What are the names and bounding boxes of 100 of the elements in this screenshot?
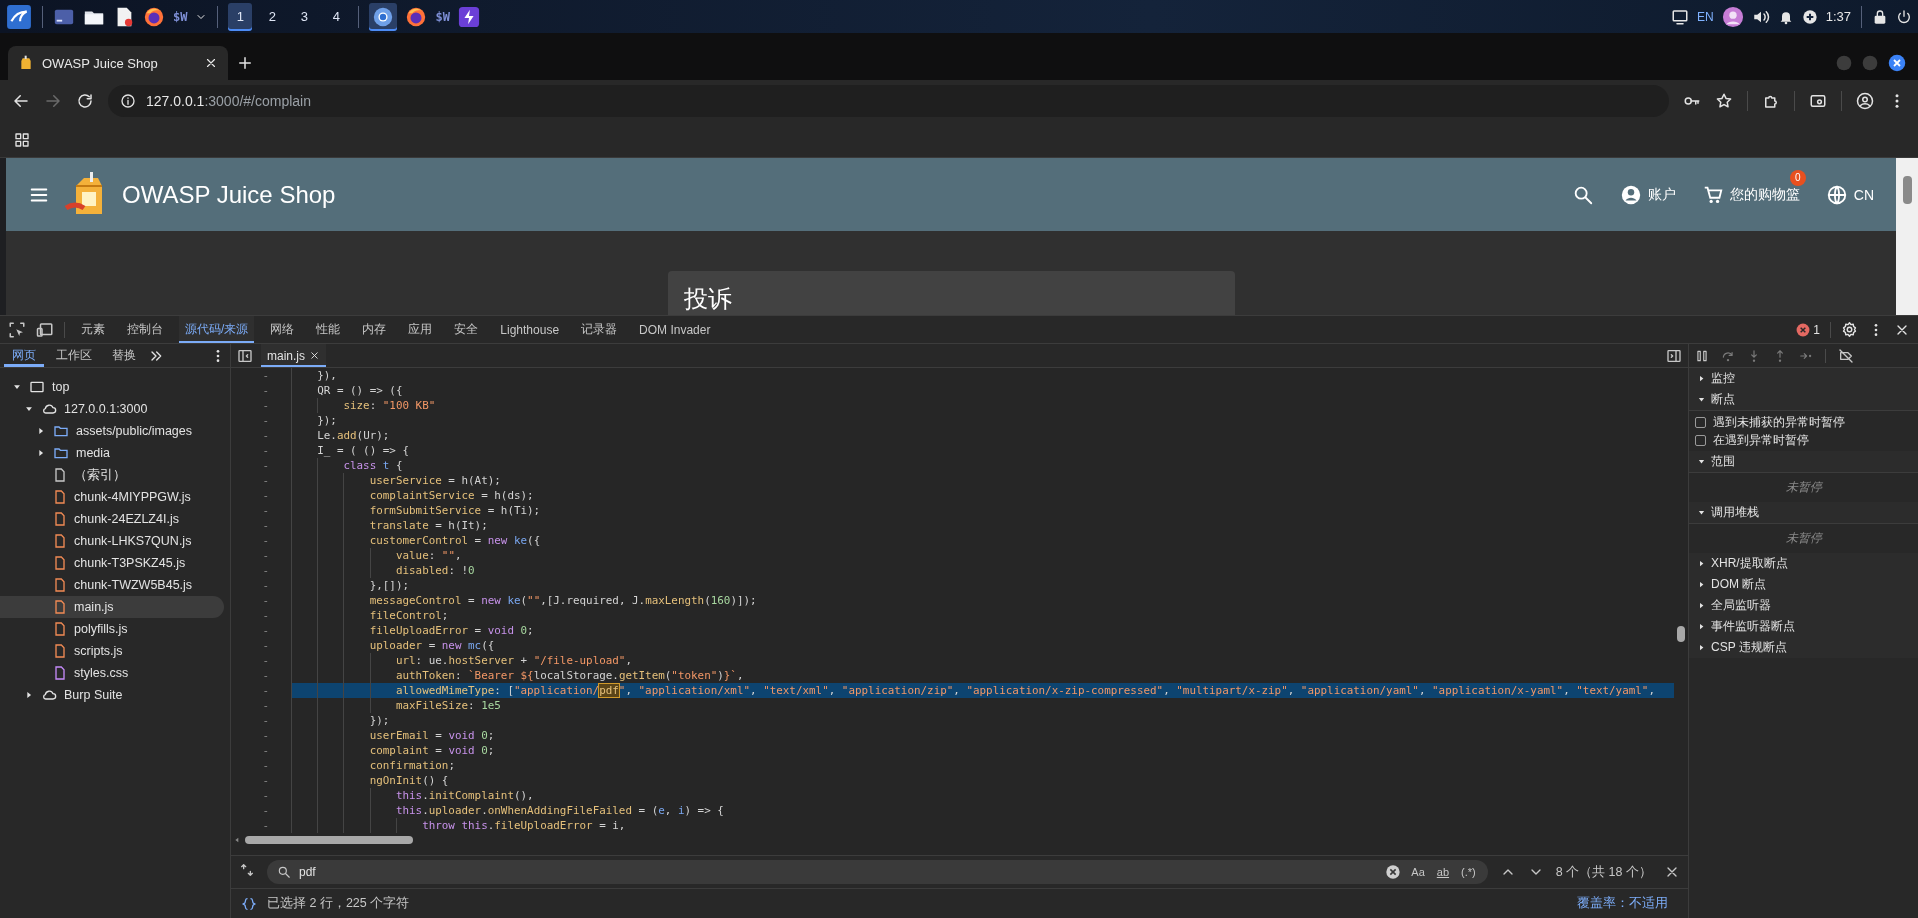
tree-item[interactable]: chunk-24EZLZ4I.js bbox=[0, 508, 224, 530]
browser-tab[interactable]: OWASP Juice Shop bbox=[8, 46, 228, 80]
search-option-button[interactable]: Aa bbox=[1409, 866, 1427, 878]
tree-item[interactable]: assets/public/images bbox=[0, 420, 224, 442]
file-icon bbox=[52, 554, 68, 572]
sidebar-toggle-icon[interactable] bbox=[237, 347, 253, 364]
section-header[interactable]: 调用堆栈 bbox=[1689, 502, 1918, 524]
tree-item[interactable]: （索引） bbox=[0, 464, 224, 486]
reload-icon[interactable] bbox=[76, 92, 94, 110]
running-app[interactable] bbox=[369, 2, 398, 31]
deactivate-breakpoints-icon[interactable] bbox=[1838, 347, 1854, 364]
lock-icon[interactable] bbox=[1872, 8, 1888, 25]
search-field[interactable]: pdf Aa ab (.*) bbox=[267, 860, 1488, 884]
devtools-tab[interactable]: 性能 bbox=[310, 316, 347, 343]
workspace-button[interactable]: 1 bbox=[228, 2, 253, 31]
devtools-tab[interactable]: 元素 bbox=[75, 316, 111, 343]
empty-state-text: 未暂停 bbox=[1784, 479, 1824, 496]
tree-item[interactable]: main.js bbox=[0, 596, 224, 618]
search-option-button[interactable]: ab bbox=[1434, 866, 1452, 878]
section-header[interactable]: 范围 bbox=[1689, 451, 1918, 473]
section-header[interactable]: 全局监听器 bbox=[1689, 595, 1918, 616]
section-header[interactable]: DOM 断点 bbox=[1689, 574, 1918, 595]
file-tab[interactable]: main.js bbox=[261, 344, 326, 367]
tree-item[interactable]: styles.css bbox=[0, 662, 224, 684]
line-number: - bbox=[261, 368, 270, 383]
pause-icon[interactable] bbox=[1695, 348, 1709, 363]
devtools-tab[interactable]: 应用 bbox=[402, 316, 439, 343]
devtools-tab[interactable]: 控制台 bbox=[121, 316, 169, 343]
profile-icon[interactable] bbox=[1856, 92, 1874, 110]
devtools-tab[interactable]: Lighthouse bbox=[494, 316, 566, 343]
tree-item[interactable]: chunk-LHKS7QUN.js bbox=[0, 530, 224, 552]
account-button[interactable]: 账户 bbox=[1619, 183, 1676, 206]
close-icon[interactable] bbox=[1888, 54, 1906, 72]
inspect-element-icon[interactable] bbox=[8, 320, 26, 339]
navigator-tab[interactable]: 网页 bbox=[4, 344, 44, 367]
basket-button[interactable]: 您的购物篮 bbox=[1701, 183, 1800, 206]
tree-item[interactable]: polyfills.js bbox=[0, 618, 224, 640]
line-number: - bbox=[261, 578, 270, 593]
section-header[interactable]: XHR/提取断点 bbox=[1689, 553, 1918, 574]
tree-item[interactable]: media bbox=[0, 442, 224, 464]
settings-icon[interactable] bbox=[1841, 321, 1858, 338]
devtools-tab[interactable]: 内存 bbox=[356, 316, 393, 343]
back-arrow-icon[interactable] bbox=[12, 92, 30, 110]
tree-item[interactable]: top bbox=[0, 376, 224, 398]
tree-item[interactable]: chunk-TWZW5B45.js bbox=[0, 574, 224, 596]
app-label[interactable]: $W bbox=[435, 9, 450, 24]
tree-item[interactable]: 127.0.0.1:3000 bbox=[0, 398, 224, 420]
section-header[interactable]: 断点 bbox=[1689, 389, 1918, 411]
tree-item[interactable]: chunk-4MIYPPGW.js bbox=[0, 486, 224, 508]
display-icon[interactable] bbox=[1671, 7, 1689, 26]
star-icon[interactable] bbox=[1715, 92, 1733, 110]
section-header[interactable]: 监控 bbox=[1689, 368, 1918, 389]
file-icon bbox=[52, 664, 68, 682]
device-toolbar-icon[interactable] bbox=[36, 320, 54, 339]
language-button[interactable]: CN bbox=[1825, 183, 1874, 206]
navigator-tab[interactable]: 替换 bbox=[104, 344, 144, 367]
error-icon bbox=[1796, 322, 1811, 337]
devtools-tab[interactable]: DOM Invader bbox=[633, 316, 717, 343]
devtools-tab[interactable]: 记录器 bbox=[575, 316, 624, 343]
line-number: - bbox=[261, 773, 270, 788]
workspace-button[interactable]: 4 bbox=[324, 2, 349, 31]
section-header[interactable]: 事件监听器断点 bbox=[1689, 616, 1918, 637]
lightning-icon[interactable] bbox=[457, 5, 480, 28]
sidebar-toggle-icon[interactable] bbox=[1666, 347, 1682, 364]
checkbox[interactable] bbox=[1695, 434, 1706, 446]
apps-grid-icon[interactable] bbox=[14, 131, 30, 148]
navigator-tab[interactable]: 工作区 bbox=[48, 344, 100, 367]
tree-item[interactable]: chunk-T3PSKZ45.js bbox=[0, 552, 224, 574]
tab-search-icon[interactable] bbox=[1809, 92, 1827, 110]
pretty-print-icon[interactable] bbox=[241, 895, 257, 912]
search-input[interactable]: pdf bbox=[299, 865, 1378, 879]
tree-item[interactable]: scripts.js bbox=[0, 640, 224, 662]
search-option-button[interactable]: (.*) bbox=[1459, 866, 1478, 878]
workspace-button[interactable]: 3 bbox=[292, 2, 317, 31]
clear-icon[interactable] bbox=[1385, 864, 1402, 880]
line-number: - bbox=[261, 413, 270, 428]
error-count[interactable]: 1 bbox=[1796, 322, 1820, 337]
checkbox-label: 在遇到异常时暂停 bbox=[1713, 431, 1809, 449]
devtools-tab[interactable]: 源代码/来源 bbox=[179, 316, 255, 343]
forward-arrow-icon[interactable] bbox=[44, 92, 62, 110]
keyboard-layout[interactable]: EN bbox=[1697, 9, 1714, 24]
devtools-tab[interactable]: 安全 bbox=[448, 316, 485, 343]
scroll-left-icon[interactable] bbox=[233, 835, 241, 844]
close-icon[interactable] bbox=[204, 56, 218, 70]
app-label[interactable]: $W bbox=[173, 9, 188, 24]
tree-item[interactable]: Burp Suite bbox=[0, 684, 224, 706]
coverage-link[interactable]: 覆盖率：不适用 bbox=[1577, 895, 1668, 912]
section-header[interactable]: CSP 违规断点 bbox=[1689, 637, 1918, 658]
address-bar[interactable]: 127.0.0.1:3000/#/complain bbox=[108, 85, 1669, 117]
close-icon[interactable] bbox=[309, 350, 320, 361]
power-icon[interactable] bbox=[1896, 8, 1912, 25]
scrollbar-thumb[interactable] bbox=[1677, 626, 1685, 642]
plus-icon[interactable] bbox=[236, 54, 254, 72]
checkbox[interactable] bbox=[1695, 416, 1706, 428]
devtools-tab[interactable]: 网络 bbox=[264, 316, 301, 343]
scrollbar-thumb[interactable] bbox=[245, 835, 413, 844]
circle-plus-icon[interactable] bbox=[1801, 8, 1818, 25]
tab-title: OWASP Juice Shop bbox=[42, 55, 159, 71]
workspace-button[interactable]: 2 bbox=[260, 2, 285, 31]
avatar-icon[interactable] bbox=[1721, 5, 1744, 28]
